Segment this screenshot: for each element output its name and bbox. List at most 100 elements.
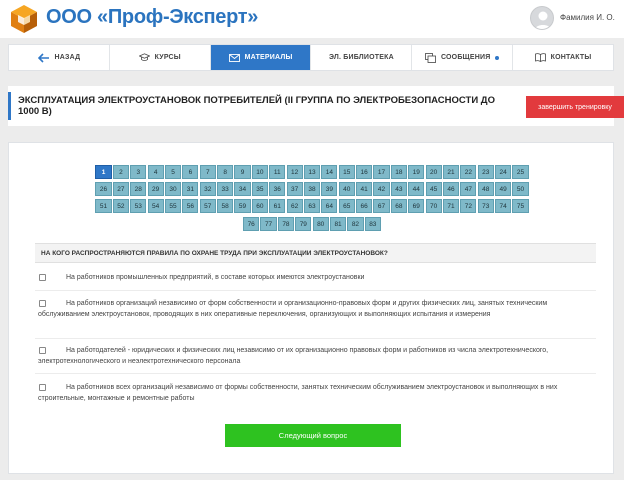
question-number-button[interactable]: 42 xyxy=(373,182,390,196)
question-number-button[interactable]: 78 xyxy=(277,217,295,231)
question-number-button[interactable]: 9 xyxy=(234,165,251,179)
question-number-button[interactable]: 37 xyxy=(286,182,303,196)
question-number-button[interactable]: 31 xyxy=(182,182,199,196)
question-number-button[interactable]: 59 xyxy=(234,199,251,213)
user-name[interactable]: Фамилия И. О. xyxy=(560,13,615,22)
next-question-button[interactable]: Следующий вопрос xyxy=(225,424,401,447)
question-number-button[interactable]: 62 xyxy=(286,199,303,213)
question-number-button[interactable]: 13 xyxy=(303,165,321,179)
question-number-button[interactable]: 51 xyxy=(95,199,112,213)
nav-back[interactable]: НАЗАД xyxy=(9,45,109,70)
question-number-button[interactable]: 73 xyxy=(477,199,494,213)
question-number-button[interactable]: 14 xyxy=(321,165,338,179)
question-number-button[interactable]: 50 xyxy=(512,182,529,196)
question-number-button[interactable]: 32 xyxy=(199,182,216,196)
nav-messages[interactable]: СООБЩЕНИЯ xyxy=(411,45,512,70)
answer-option[interactable]: На работодателей - юридических и физичес… xyxy=(35,346,596,374)
question-number-button[interactable]: 38 xyxy=(303,182,321,196)
question-number-button[interactable]: 7 xyxy=(199,165,216,179)
question-number-row: 76 77 78 79 80 81 82 83 xyxy=(9,217,615,231)
question-number-button[interactable]: 66 xyxy=(356,199,373,213)
question-number-button[interactable]: 69 xyxy=(408,199,425,213)
question-number-button[interactable]: 48 xyxy=(477,182,494,196)
question-number-button[interactable]: 75 xyxy=(512,199,529,213)
question-number-button[interactable]: 45 xyxy=(425,182,442,196)
question-number-button[interactable]: 25 xyxy=(512,165,529,179)
answer-option[interactable]: На работников промышленных предприятий, … xyxy=(35,273,596,291)
question-number-button[interactable]: 72 xyxy=(460,199,477,213)
nav-library[interactable]: ЭЛ. БИБЛИОТЕКА xyxy=(310,45,411,70)
question-number-button[interactable]: 80 xyxy=(312,217,329,231)
question-number-button[interactable]: 15 xyxy=(338,165,355,179)
question-number-button[interactable]: 43 xyxy=(390,182,407,196)
answer-option[interactable]: На работников всех организаций независим… xyxy=(35,383,596,411)
question-number-button[interactable]: 68 xyxy=(390,199,407,213)
question-number-button[interactable]: 28 xyxy=(130,182,147,196)
question-number-button[interactable]: 2 xyxy=(112,165,129,179)
question-number-button[interactable]: 57 xyxy=(199,199,216,213)
question-number-button[interactable]: 27 xyxy=(112,182,129,196)
question-number-button[interactable]: 70 xyxy=(425,199,442,213)
question-number-button[interactable]: 53 xyxy=(130,199,147,213)
question-number-button[interactable]: 24 xyxy=(495,165,512,179)
avatar[interactable] xyxy=(530,6,554,30)
question-number-button[interactable]: 64 xyxy=(321,199,338,213)
question-number-button[interactable]: 21 xyxy=(442,165,460,179)
question-number-button[interactable]: 65 xyxy=(338,199,355,213)
question-number-button[interactable]: 76 xyxy=(243,217,260,231)
question-number-button[interactable]: 1 xyxy=(95,165,112,179)
finish-training-button[interactable]: завершить тренировку xyxy=(526,96,624,118)
company-logo-icon[interactable] xyxy=(8,3,40,35)
answer-option[interactable]: На работников организаций независимо от … xyxy=(35,299,596,339)
question-number-button[interactable]: 71 xyxy=(442,199,460,213)
question-number-button[interactable]: 5 xyxy=(164,165,182,179)
question-number-button[interactable]: 33 xyxy=(217,182,234,196)
question-number-button[interactable]: 83 xyxy=(364,217,381,231)
question-number-button[interactable]: 40 xyxy=(338,182,355,196)
question-number-button[interactable]: 63 xyxy=(303,199,321,213)
question-number-button[interactable]: 23 xyxy=(477,165,494,179)
question-number-button[interactable]: 17 xyxy=(373,165,390,179)
question-number-button[interactable]: 67 xyxy=(373,199,390,213)
nav-contacts[interactable]: КОНТАКТЫ xyxy=(512,45,613,70)
question-number-button[interactable]: 60 xyxy=(251,199,268,213)
question-number-button[interactable]: 49 xyxy=(495,182,512,196)
question-number-button[interactable]: 39 xyxy=(321,182,338,196)
question-number-button[interactable]: 36 xyxy=(269,182,286,196)
question-number-button[interactable]: 8 xyxy=(217,165,234,179)
question-number-button[interactable]: 6 xyxy=(182,165,199,179)
question-number-button[interactable]: 61 xyxy=(269,199,286,213)
question-number-button[interactable]: 22 xyxy=(460,165,477,179)
question-number-button[interactable]: 77 xyxy=(260,217,277,231)
question-number-button[interactable]: 16 xyxy=(356,165,373,179)
nav-courses[interactable]: КУРСЫ xyxy=(108,45,210,70)
question-number-button[interactable]: 55 xyxy=(164,199,182,213)
question-number-button[interactable]: 26 xyxy=(95,182,112,196)
question-number-button[interactable]: 52 xyxy=(112,199,129,213)
question-number-button[interactable]: 44 xyxy=(408,182,425,196)
question-number-button[interactable]: 79 xyxy=(295,217,312,231)
question-number-button[interactable]: 29 xyxy=(147,182,164,196)
question-number-button[interactable]: 11 xyxy=(269,165,286,179)
question-number-button[interactable]: 54 xyxy=(147,199,164,213)
question-number-button[interactable]: 19 xyxy=(408,165,425,179)
question-number-button[interactable]: 58 xyxy=(217,199,234,213)
question-number-button[interactable]: 74 xyxy=(495,199,512,213)
question-number-button[interactable]: 30 xyxy=(164,182,182,196)
brand-name[interactable]: ООО «Проф-Эксперт» xyxy=(46,6,258,29)
question-number-button[interactable]: 46 xyxy=(442,182,460,196)
question-number-button[interactable]: 56 xyxy=(182,199,199,213)
question-number-button[interactable]: 47 xyxy=(460,182,477,196)
question-number-button[interactable]: 34 xyxy=(234,182,251,196)
question-number-button[interactable]: 41 xyxy=(356,182,373,196)
question-number-button[interactable]: 18 xyxy=(390,165,407,179)
question-number-button[interactable]: 3 xyxy=(130,165,147,179)
question-number-button[interactable]: 4 xyxy=(147,165,164,179)
question-number-button[interactable]: 82 xyxy=(347,217,364,231)
question-number-button[interactable]: 12 xyxy=(286,165,303,179)
question-number-button[interactable]: 10 xyxy=(251,165,268,179)
question-number-button[interactable]: 20 xyxy=(425,165,442,179)
question-number-button[interactable]: 81 xyxy=(329,217,347,231)
question-number-button[interactable]: 35 xyxy=(251,182,268,196)
nav-materials[interactable]: МАТЕРИАЛЫ xyxy=(209,45,311,70)
